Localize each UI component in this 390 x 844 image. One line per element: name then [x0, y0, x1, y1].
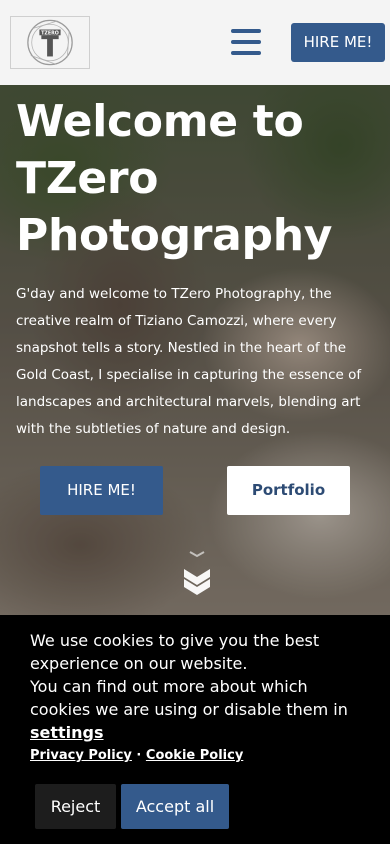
hamburger-bar [231, 51, 261, 55]
site-header: TZERO HIRE ME! [0, 0, 390, 85]
cookie-settings-link[interactable]: settings [30, 721, 370, 744]
logo[interactable]: TZERO [10, 16, 90, 69]
hero-section: Welcome to TZero Photography G'day and w… [0, 85, 390, 615]
cookie-message-text: We use cookies to give you the best expe… [30, 631, 348, 719]
menu-button[interactable] [229, 27, 263, 57]
accept-all-cookies-button[interactable]: Accept all [121, 784, 229, 829]
hamburger-menu-icon [231, 29, 261, 33]
chevron-double-down-icon[interactable] [181, 547, 213, 601]
hero-title: Welcome to TZero Photography [16, 96, 333, 261]
hire-me-button[interactable]: HIRE ME! [40, 466, 163, 515]
portfolio-button[interactable]: Portfolio [227, 466, 350, 515]
privacy-policy-link[interactable]: Privacy Policy [30, 748, 132, 763]
hamburger-bar [231, 40, 261, 44]
hire-me-header-button[interactable]: HIRE ME! [291, 23, 385, 62]
cookie-banner: We use cookies to give you the best expe… [0, 615, 390, 844]
cookie-policy-link[interactable]: Cookie Policy [146, 748, 243, 763]
cookie-policy-links: Privacy Policy · Cookie Policy [30, 748, 243, 763]
logo-aperture-icon: TZERO [27, 19, 73, 66]
hero-intro-text: G'day and welcome to TZero Photography, … [16, 286, 362, 437]
reject-cookies-button[interactable]: Reject [35, 784, 116, 829]
hero-content: Welcome to TZero Photography G'day and w… [0, 85, 390, 615]
link-separator: · [131, 748, 146, 763]
cookie-message: We use cookies to give you the best expe… [30, 629, 370, 744]
